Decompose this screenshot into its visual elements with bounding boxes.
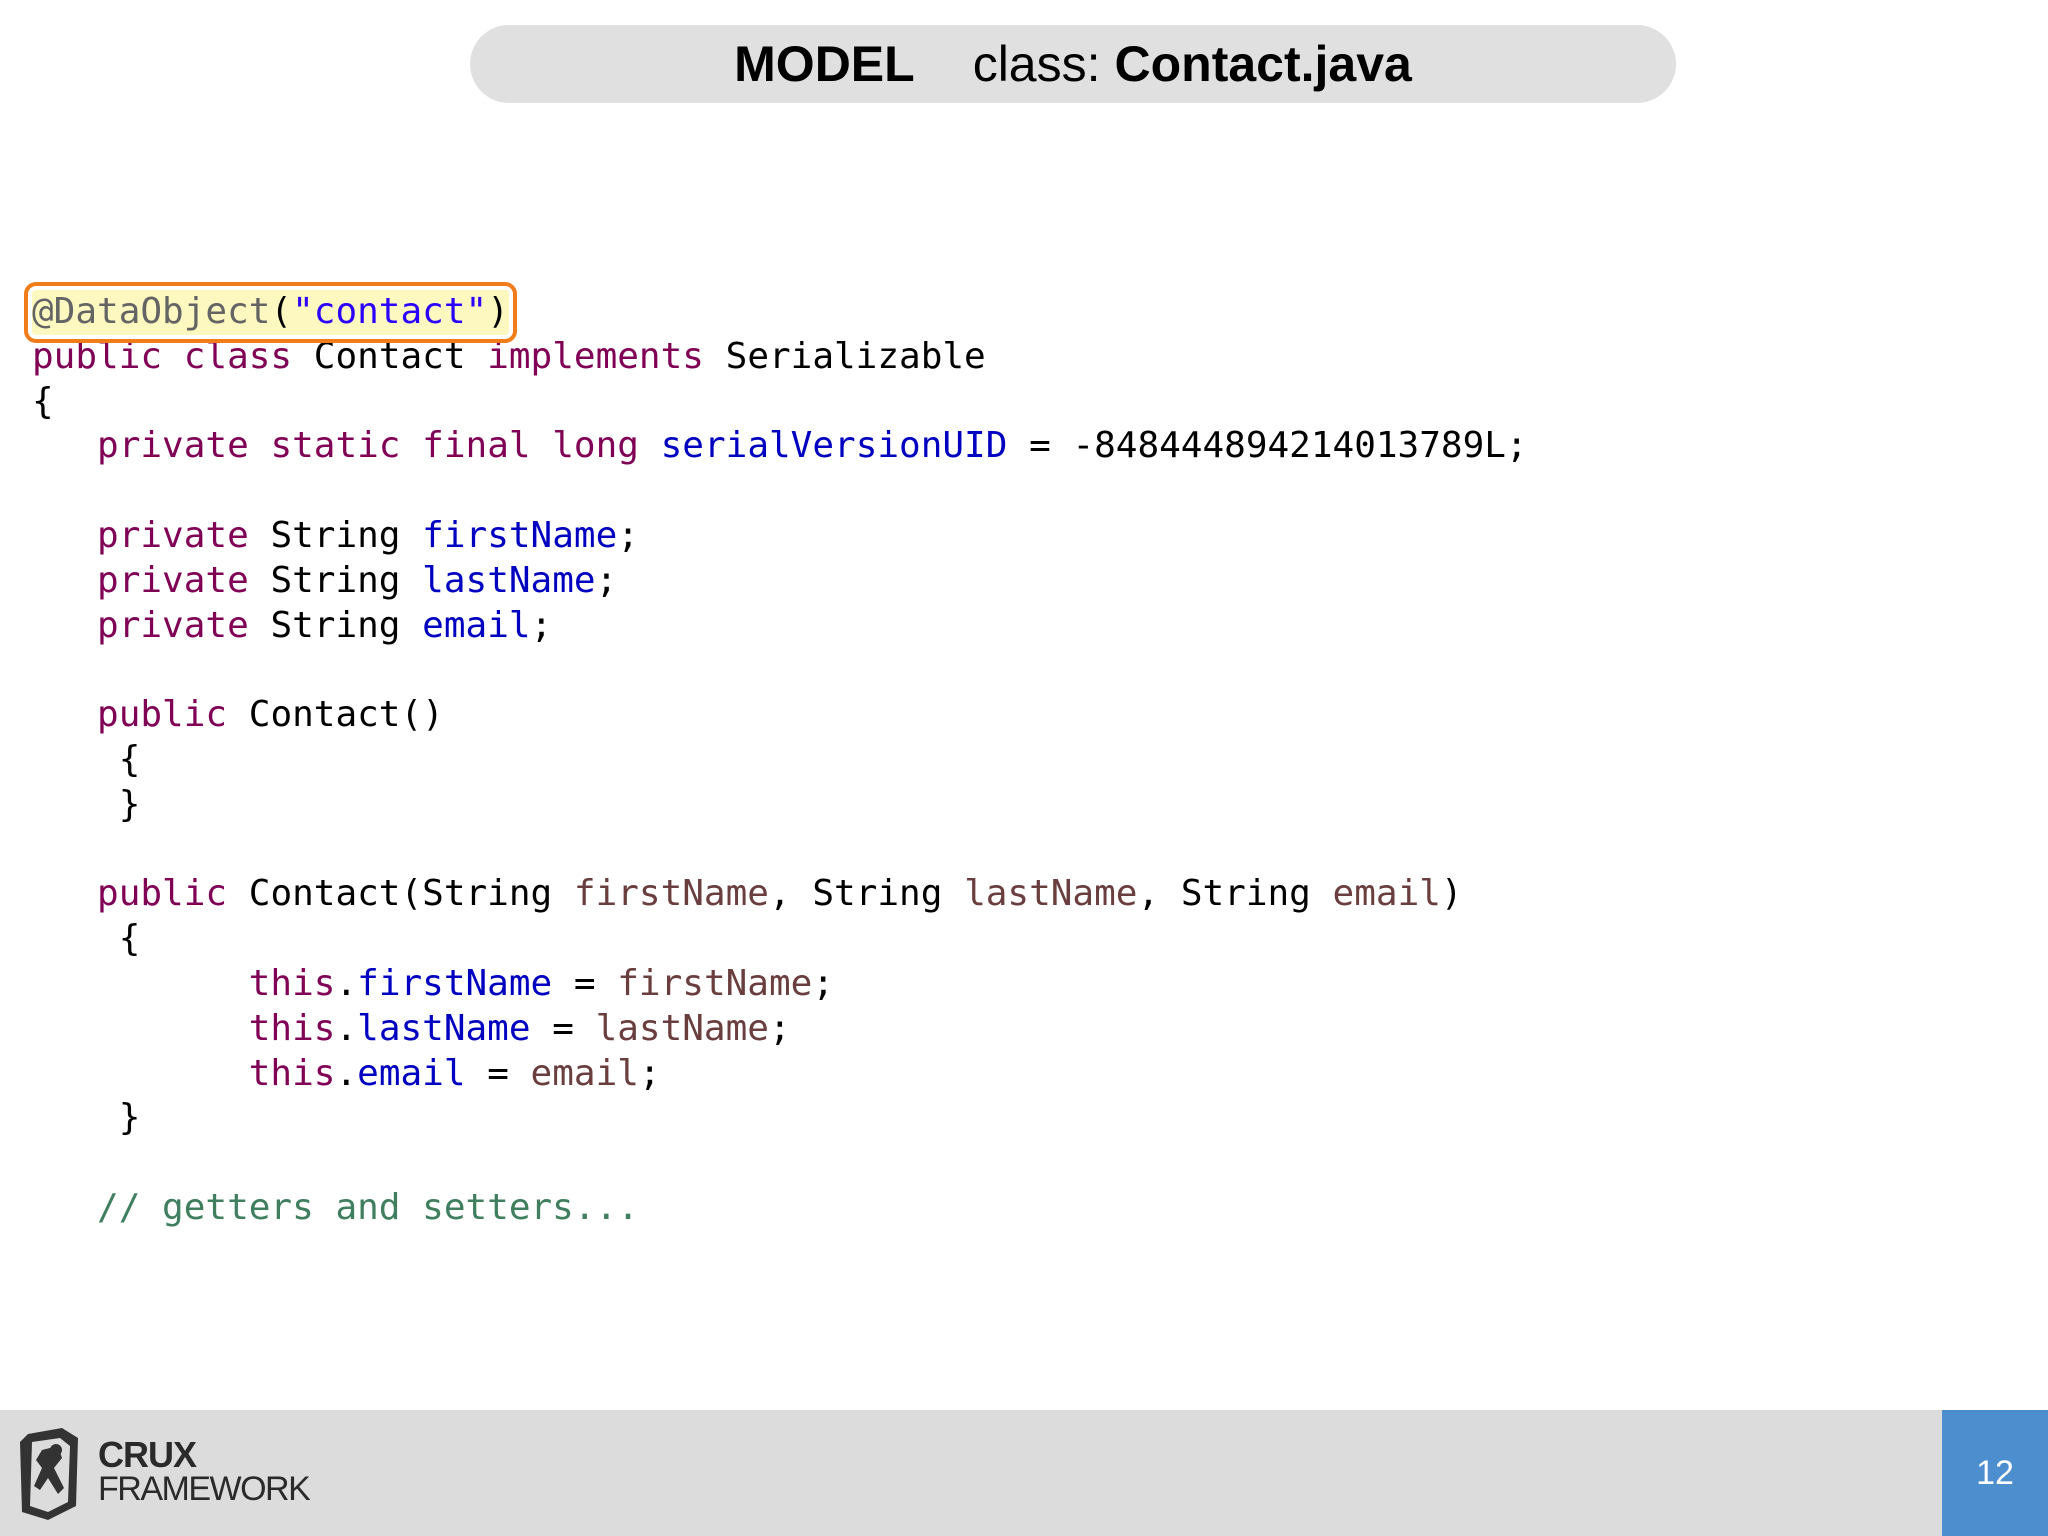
code-line-field: private String lastName; — [97, 559, 618, 601]
code-line-brace: { — [32, 738, 141, 780]
crux-logo-icon — [20, 1428, 78, 1520]
code-line-class-decl: public class Contact implements Serializ… — [32, 335, 986, 377]
code-line-assign: this.lastName = lastName; — [248, 1007, 791, 1049]
code-line-comment: // getters and setters... — [97, 1186, 639, 1228]
slide-title: MODEL class: Contact.java — [470, 25, 1676, 103]
annotation-highlight: @DataObject("contact") — [24, 282, 517, 343]
slide-footer: CRUX FRAMEWORK 12 — [0, 1410, 2048, 1536]
code-line-brace: } — [32, 1097, 141, 1139]
code-block: @DataObject("contact") public class Cont… — [24, 282, 1528, 1231]
logo-text-framework: FRAMEWORK — [98, 1470, 311, 1508]
code-line-brace: } — [32, 783, 141, 825]
code-line-ctor: public Contact(String firstName, String … — [97, 873, 1463, 915]
code-line-brace: { — [32, 380, 54, 422]
code-line-assign: this.email = email; — [248, 1052, 661, 1094]
title-filename: Contact.java — [1114, 36, 1412, 92]
page-number: 12 — [1942, 1410, 2048, 1536]
code-line-assign: this.firstName = firstName; — [248, 962, 835, 1004]
code-line-field: private String email; — [97, 604, 553, 646]
code-line-serial: private static final long serialVersionU… — [97, 425, 1528, 467]
title-class-label: class: — [972, 36, 1101, 92]
code-line-field: private String firstName; — [97, 514, 639, 556]
title-model: MODEL — [734, 36, 915, 92]
code-line-ctor: public Contact() — [97, 694, 444, 736]
code-line-annotation: @DataObject("contact") — [24, 282, 1528, 343]
code-line-brace: { — [32, 918, 141, 960]
